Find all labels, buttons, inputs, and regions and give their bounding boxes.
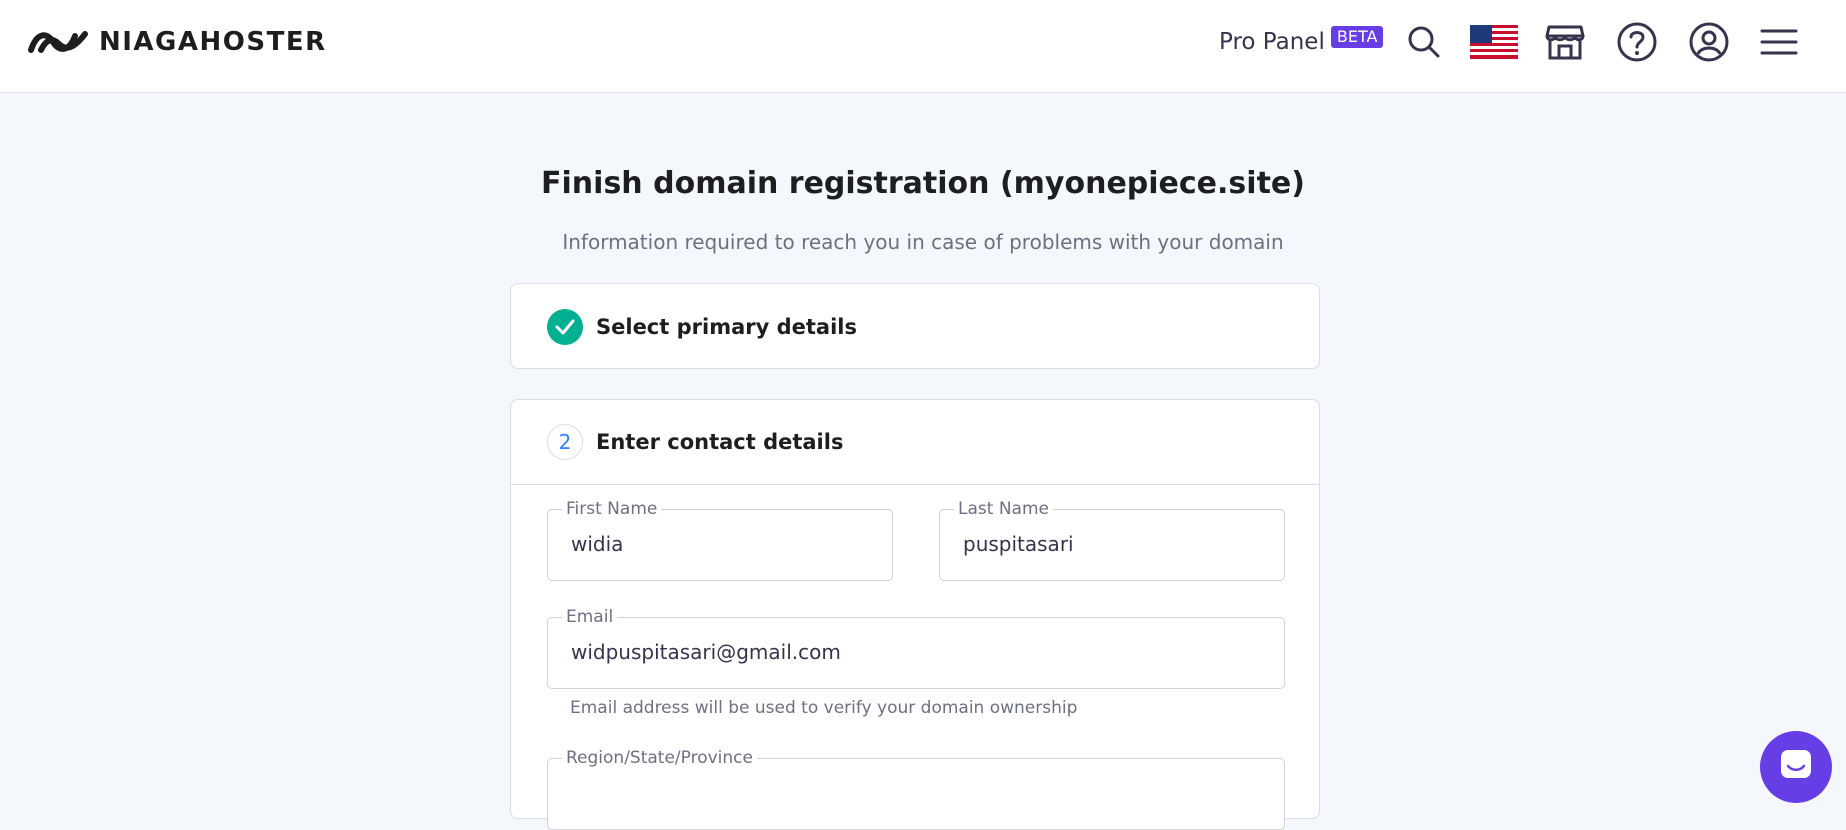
divider — [511, 484, 1319, 485]
last-name-field[interactable]: Last Name puspitasari — [939, 498, 1285, 581]
account-button[interactable] — [1687, 20, 1731, 64]
chat-launcher-button[interactable] — [1760, 731, 1832, 803]
step-number: 2 — [547, 424, 583, 460]
email-value[interactable]: widpuspitasari@gmail.com — [571, 640, 841, 664]
region-label: Region/State/Province — [562, 747, 757, 769]
first-name-field[interactable]: First Name widia — [547, 498, 893, 581]
main-menu-button[interactable] — [1757, 20, 1801, 64]
language-selector[interactable] — [1470, 20, 1518, 64]
us-flag-icon — [1470, 25, 1518, 59]
logo-wave-icon — [28, 31, 88, 53]
top-header: NIAGAHOSTER Pro Panel BETA — [0, 0, 1846, 93]
search-icon — [1408, 26, 1440, 58]
search-button[interactable] — [1402, 20, 1446, 64]
beta-badge: BETA — [1330, 26, 1384, 48]
page-subtitle: Information required to reach you in cas… — [562, 230, 1284, 254]
step-title: Select primary details — [596, 315, 857, 339]
first-name-value[interactable]: widia — [571, 532, 623, 556]
help-button[interactable] — [1615, 20, 1659, 64]
store-button[interactable] — [1543, 20, 1587, 64]
step-primary-details[interactable]: Select primary details — [510, 283, 1320, 369]
page-title: Finish domain registration (myonepiece.s… — [541, 166, 1305, 201]
menu-icon — [1760, 29, 1798, 55]
email-label: Email — [562, 606, 618, 628]
step-contact-details: 2 Enter contact details First Name widia… — [510, 399, 1320, 830]
region-field[interactable]: Region/State/Province — [547, 747, 1285, 830]
brand-logo[interactable]: NIAGAHOSTER — [27, 26, 327, 58]
step-header: Select primary details — [547, 309, 857, 345]
help-icon — [1617, 22, 1657, 62]
account-icon — [1689, 22, 1729, 62]
pro-panel-link[interactable]: Pro Panel BETA — [1219, 26, 1384, 55]
first-name-label: First Name — [562, 498, 662, 520]
check-icon — [547, 309, 583, 345]
email-field[interactable]: Email widpuspitasari@gmail.com — [547, 606, 1285, 689]
step-header: 2 Enter contact details — [547, 424, 843, 460]
last-name-value[interactable]: puspitasari — [963, 532, 1074, 556]
store-icon — [1545, 25, 1585, 60]
pro-panel-label: Pro Panel — [1219, 29, 1325, 55]
email-hint: Email address will be used to verify you… — [570, 698, 1078, 718]
last-name-label: Last Name — [954, 498, 1053, 520]
chat-icon — [1781, 750, 1811, 778]
step-title: Enter contact details — [596, 430, 844, 454]
brand-name: NIAGAHOSTER — [99, 27, 327, 57]
